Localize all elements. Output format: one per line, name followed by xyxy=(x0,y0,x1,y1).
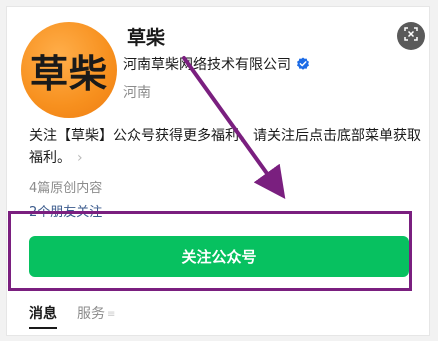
description-text: 关注【草柴】公众号获得更多福利，请关注后点击底部菜单获取福利。 xyxy=(29,128,421,166)
tab-bar: 消息 服务 ≡ xyxy=(29,303,135,329)
chevron-right-icon: › xyxy=(77,150,83,166)
account-description[interactable]: 关注【草柴】公众号获得更多福利，请关注后点击底部菜单获取福利。 › xyxy=(29,125,421,169)
tab-services-label: 服务 xyxy=(77,306,105,322)
avatar[interactable]: 草柴 xyxy=(21,22,117,118)
menu-lines-icon: ≡ xyxy=(107,308,116,320)
highlight-box xyxy=(8,211,412,291)
verified-badge-icon xyxy=(296,57,310,71)
scan-close-button[interactable] xyxy=(397,22,425,50)
company-name: 河南草柴网络技术有限公司 xyxy=(123,57,291,73)
region-label: 河南 xyxy=(123,85,151,101)
tab-messages[interactable]: 消息 xyxy=(29,303,57,329)
original-content-count: 4篇原创内容 xyxy=(29,181,103,196)
company-row[interactable]: 河南草柴网络技术有限公司 xyxy=(123,54,310,74)
screenshot-frame: 草柴 草柴 河南草柴网络技术有限公司 河南 关注【草柴】公众号获得更多福利，请关… xyxy=(0,0,438,341)
account-name: 草柴 xyxy=(127,27,166,49)
tab-services[interactable]: 服务 ≡ xyxy=(77,303,115,327)
avatar-text: 草柴 xyxy=(29,51,108,96)
scan-close-icon xyxy=(403,26,419,46)
